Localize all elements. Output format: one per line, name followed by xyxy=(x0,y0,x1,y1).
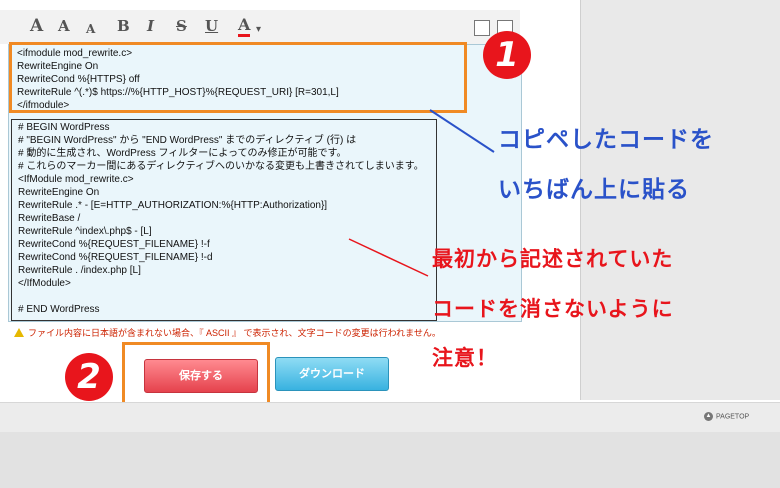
blue-pointer-line xyxy=(429,109,495,153)
footer-bar xyxy=(0,402,780,433)
footer-bottom xyxy=(0,432,780,488)
save-button[interactable]: 保存する xyxy=(144,359,258,393)
paste-note-line1: コピペしたコードを xyxy=(498,127,714,153)
red-pointer-line xyxy=(348,238,429,277)
caution-note-line2: コードを消さないように xyxy=(432,297,674,321)
paste-note-line2: いちばん上に貼る xyxy=(498,177,690,203)
caution-note-line1: 最初から記述されていた xyxy=(432,247,674,271)
pagetop-label: PAGETOP xyxy=(716,413,750,421)
encoding-warning: ファイル内容に日本語が含まれない場合、『 ASCII 』 で表示され、文字コード… xyxy=(14,326,441,339)
pagetop-link[interactable]: ▲ PAGETOP xyxy=(704,412,749,421)
download-button[interactable]: ダウンロード xyxy=(275,357,389,391)
warning-icon xyxy=(14,328,24,337)
arrow-up-icon: ▲ xyxy=(704,412,713,421)
caution-note-line3: 注意！ xyxy=(432,346,498,370)
warning-text: ファイル内容に日本語が含まれない場合、『 ASCII 』 で表示され、文字コード… xyxy=(28,328,441,338)
